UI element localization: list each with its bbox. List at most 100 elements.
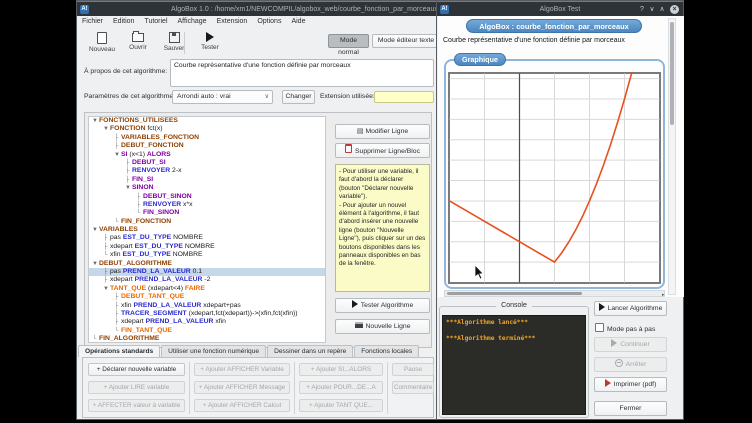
modify-line-button[interactable]: ▤Modifier Ligne [335,124,430,139]
maximize-icon[interactable]: ∧ [657,4,667,15]
about-textarea[interactable]: Courbe représentative d'une fonction déf… [170,59,434,87]
tree-row[interactable]: ▼DEBUT_ALGORITHME [89,260,325,268]
scrollbar-thumb[interactable] [447,292,582,295]
stop-button[interactable]: Arrêter [594,357,667,372]
tree-row[interactable]: ├xdepart EST_DU_TYPE NOMBRE [89,243,325,251]
graph-horizontal-scrollbar[interactable] [444,290,665,297]
mode-normal-button[interactable]: Mode normal [328,34,369,48]
new-button[interactable]: Nouveau [85,30,119,56]
tree-row[interactable]: └FIN_TANT_QUE [89,327,325,335]
close-icon[interactable]: × [670,5,679,14]
tree-row[interactable]: ▼TANT_QUE (xdepart<4) FAIRE [89,285,325,293]
tree-row[interactable]: └FIN_FONCTION [89,218,325,226]
menu-edition[interactable]: Edition [108,16,139,28]
collapse-arrow-icon[interactable]: ▼ [103,285,110,293]
step-mode-row[interactable]: Mode pas à pas [595,323,655,334]
tree-row[interactable]: ├DEBUT_TANT_QUE [89,293,325,301]
help-icon[interactable]: ? [637,4,647,15]
tab-op-rations-standards[interactable]: Opérations standards [78,345,160,357]
change-button[interactable]: Changer [282,90,315,104]
test-titlebar[interactable]: A! AlgoBox Test ? ∨ ∧ × [437,1,683,16]
tab-utiliser-une-fonction-num-rique[interactable]: Utiliser une fonction numérique [161,345,266,357]
ajouter-afficher-calcul-button[interactable]: + Ajouter AFFICHER Calcul [194,399,290,412]
collapse-arrow-icon[interactable]: ▼ [114,151,121,159]
collapse-arrow-icon[interactable]: ▼ [125,184,132,192]
commentaire-button[interactable]: Commentaire [392,381,434,394]
tree-branch-icon: ├ [125,176,132,184]
menu-aide[interactable]: Aide [286,16,310,28]
menu-options[interactable]: Options [252,16,286,28]
test-button[interactable]: Tester [193,30,227,56]
minimize-icon[interactable]: ∨ [647,4,657,15]
delete-line-button[interactable]: Supprimer Ligne/Bloc [335,143,430,158]
tree-row[interactable]: ├DEBUT_FONCTION [89,142,325,150]
tree-row[interactable]: └FIN_ALGORITHME [89,335,325,343]
function-plot [448,72,661,284]
tree-branch-icon: ├ [114,293,121,301]
menu-extension[interactable]: Extension [212,16,253,28]
tree-row[interactable]: ├DEBUT_SI [89,159,325,167]
ajouter-pour-de-a-button[interactable]: + Ajouter POUR...DE...A [299,381,383,394]
extension-field[interactable] [374,91,434,103]
tree-row[interactable]: └xfin EST_DU_TYPE NOMBRE [89,251,325,259]
main-titlebar[interactable]: A! AlgoBox 1.0 : /home/xm1/NEWCOMPIL/alg… [77,1,439,16]
tree-row[interactable]: ├xfin PREND_LA_VALEUR xdepart+pas [89,302,325,310]
tree-branch-icon: ├ [103,234,110,242]
tree-row[interactable]: ▼FONCTIONS_UTILISEES [89,117,325,125]
tree-branch-icon: ├ [103,243,110,251]
test-algorithm-button[interactable]: Tester Algorithme [335,298,430,313]
affecter-valeur-variable-button[interactable]: + AFFECTER valeur à variable [88,399,185,412]
collapse-arrow-icon[interactable]: ▼ [92,117,99,125]
menu-affichage[interactable]: Affichage [173,16,212,28]
test-output-area: AlgoBox : courbe_fonction_par_morceaux C… [438,16,684,297]
tree-row[interactable]: ├RENVOYER x*x [89,201,325,209]
menu-bar: FichierEditionTutorielAffichageExtension… [77,16,439,28]
tree-branch-icon: ├ [114,310,121,318]
about-label: À propos de cet algorithme: [84,68,167,75]
mode-editor-button[interactable]: Mode éditeur texte [372,34,440,48]
tree-row[interactable]: ├RENVOYER 2-x [89,167,325,175]
panel-col-2: + Ajouter SI...ALORS + Ajouter POUR...DE.… [299,358,383,412]
continue-button[interactable]: Continuer [594,337,667,352]
tab-dessiner-dans-un-rep-re[interactable]: Dessiner dans un repère [267,345,353,357]
tree-branch-icon: └ [103,251,110,259]
ajouter-si-alors-button[interactable]: + Ajouter SI...ALORS [299,363,383,376]
tree-row[interactable]: ▼FONCTION fct(x) [89,125,325,133]
print-pdf-button[interactable]: Imprimer (pdf) [594,377,667,392]
scrollbar-thumb[interactable] [670,22,674,125]
ajouter-lire-variable-button[interactable]: + Ajouter LIRE variable [88,381,185,394]
tree-row[interactable]: ├DEBUT_SINON [89,193,325,201]
tab-fonctions-locales[interactable]: Fonctions locales [354,345,419,357]
scroll-right-arrow-icon[interactable]: ▸ [662,292,665,298]
collapse-arrow-icon[interactable]: ▼ [103,125,110,133]
tree-row[interactable]: ▼SI (x<1) ALORS [89,151,325,159]
tree-row[interactable]: └FIN_SINON [89,209,325,217]
menu-tutoriel[interactable]: Tutoriel [139,16,172,28]
console-line: ***Algorithme lancé*** [446,319,582,326]
ajouter-afficher-variable-button[interactable]: + Ajouter AFFICHER Variable [194,363,290,376]
tree-row[interactable]: ├xdepart PREND_LA_VALEUR -2 [89,276,325,284]
tree-row[interactable]: ├FIN_SI [89,176,325,184]
ajouter-afficher-message-button[interactable]: + Ajouter AFFICHER Message [194,381,290,394]
tree-row[interactable]: ├xdepart PREND_LA_VALEUR xfin [89,318,325,326]
tree-row[interactable]: ▼SINON [89,184,325,192]
open-button[interactable]: Ouvrir [121,30,155,56]
step-mode-checkbox[interactable] [595,323,604,332]
collapse-arrow-icon[interactable]: ▼ [92,260,99,268]
window-vertical-scrollbar[interactable] [668,18,676,295]
d-clarer-nouvelle-variable-button[interactable]: + Déclarer nouvelle variable [88,363,185,376]
collapse-arrow-icon[interactable]: ▼ [92,226,99,234]
run-algorithm-button[interactable]: Lancer Algorithme [594,301,667,316]
params-select[interactable]: Arrondi auto : vrai ∨ [172,90,273,104]
save-button[interactable]: Sauver [157,30,191,56]
tree-branch-icon: ├ [125,167,132,175]
close-button[interactable]: Fermer [594,401,667,416]
mouse-cursor [474,265,485,280]
tree-row[interactable]: ├pas EST_DU_TYPE NOMBRE [89,234,325,242]
tree-row[interactable]: ├VARIABLES_FONCTION [89,134,325,142]
pause-button[interactable]: Pause [392,363,434,376]
trash-icon [345,144,352,153]
new-line-button[interactable]: Nouvelle Ligne [335,319,430,334]
ajouter-tant-que-button[interactable]: + Ajouter TANT QUE... [299,399,383,412]
menu-fichier[interactable]: Fichier [77,16,108,28]
